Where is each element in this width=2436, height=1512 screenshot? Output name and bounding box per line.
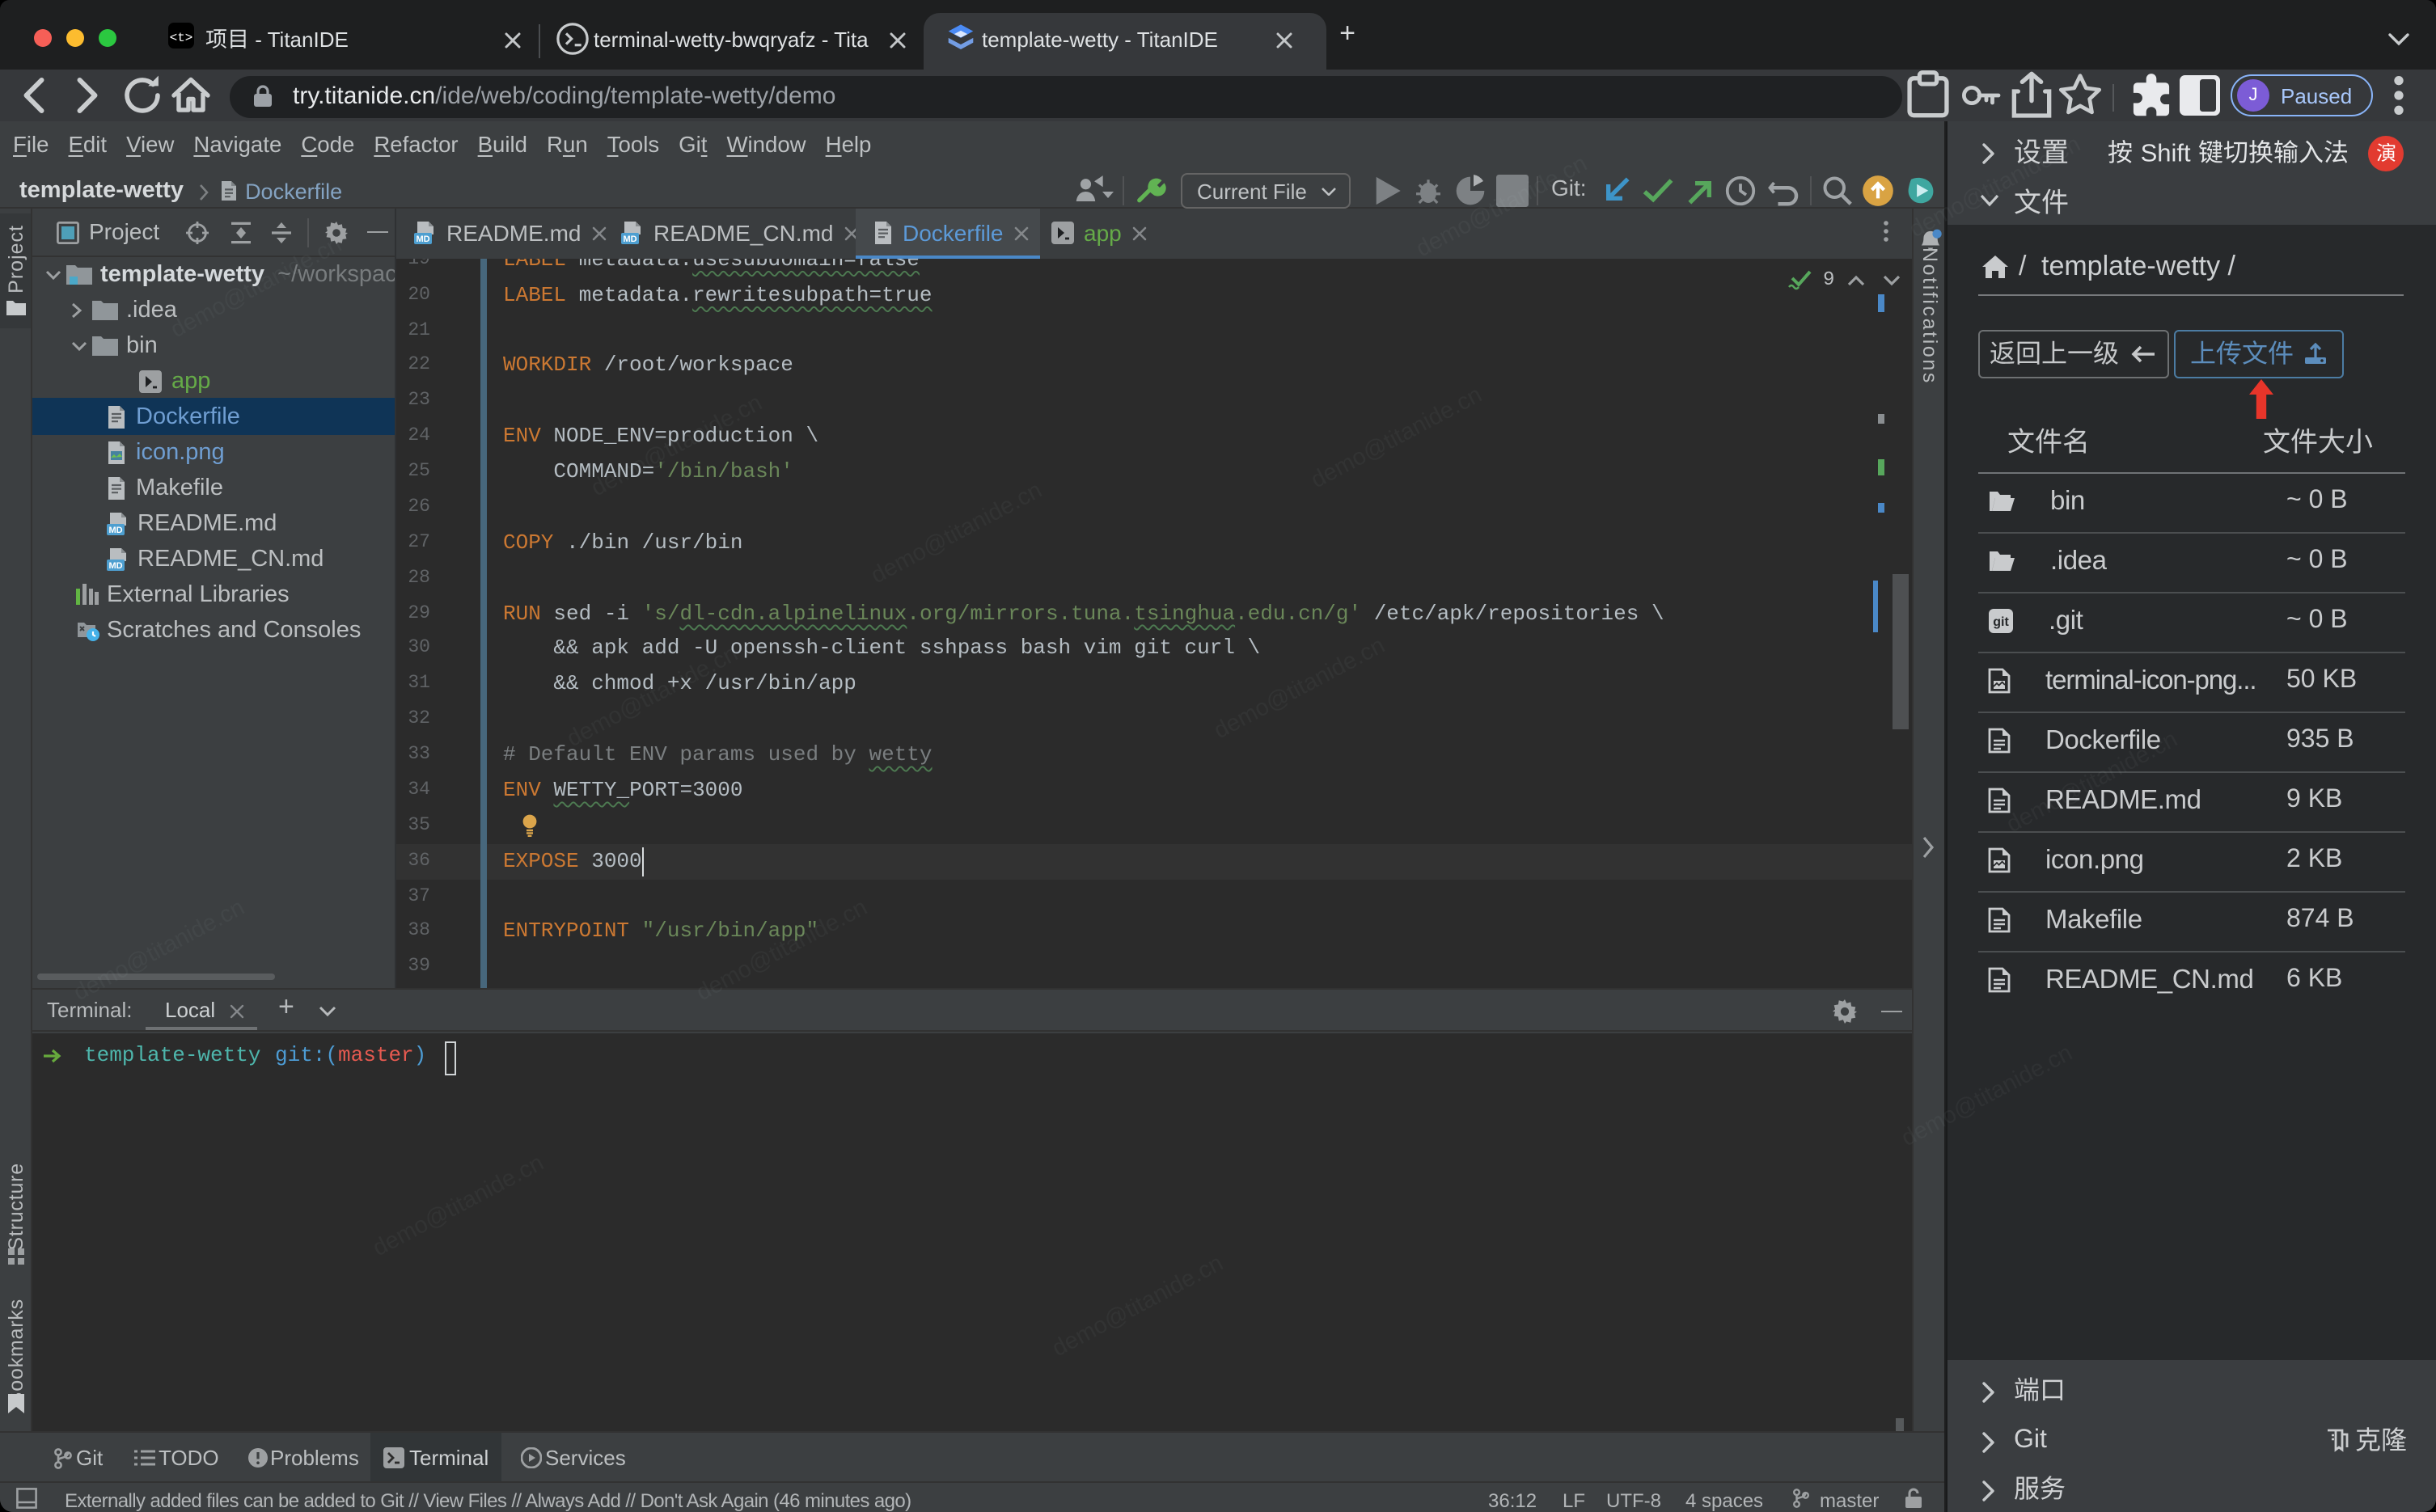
svg-text:MD: MD — [623, 235, 636, 245]
svg-text:MD: MD — [416, 235, 429, 245]
svg-text:<t>: <t> — [170, 30, 193, 44]
svg-text:MD: MD — [108, 560, 122, 570]
svg-text:MD: MD — [108, 525, 122, 534]
svg-text:git: git — [1993, 615, 2009, 629]
